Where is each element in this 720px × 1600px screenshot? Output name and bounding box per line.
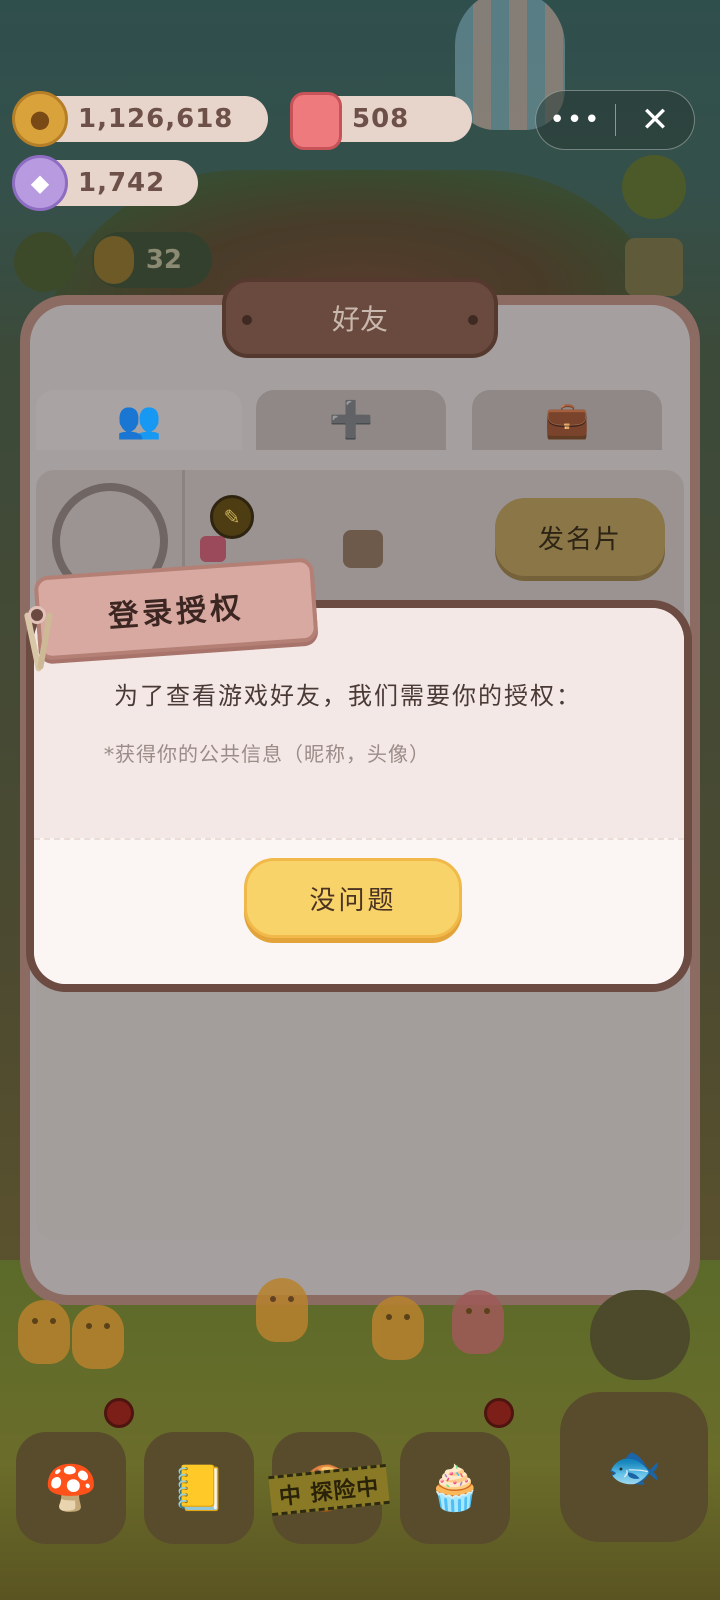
cookie-character <box>452 1290 504 1354</box>
send-card-label: 发名片 <box>537 524 622 555</box>
tab-friends[interactable]: 👥 <box>36 390 242 450</box>
friends-title: 好友 <box>331 303 388 336</box>
stamp-icon <box>625 238 683 296</box>
plaque-rivet <box>242 315 252 325</box>
friends-icon: 👥 <box>116 400 162 441</box>
cookie-character <box>372 1296 424 1360</box>
more-icon[interactable]: ••• <box>536 90 615 150</box>
tab-inventory[interactable]: 💼 <box>472 390 662 450</box>
oven-icon: 🧁 <box>427 1463 483 1514</box>
notification-dot <box>104 1398 134 1428</box>
badge-icon <box>200 536 226 562</box>
tag-hole <box>28 606 46 624</box>
cookie-character <box>256 1278 308 1342</box>
tab-add-friend[interactable]: ➕ <box>256 390 446 450</box>
auth-dialog: 为了查看游戏好友，我们需要你的授权： *获得你的公共信息（昵称，头像） 没问题 <box>26 600 692 992</box>
oven-button[interactable]: 🧁 <box>400 1432 510 1544</box>
auth-message: 为了查看游戏好友，我们需要你的授权： <box>114 682 582 710</box>
coin-value: 1,126,618 <box>78 104 234 134</box>
flower-icon <box>622 155 686 219</box>
candy-gem-icon: ◆ <box>12 155 68 211</box>
close-icon[interactable]: ✕ <box>616 90 694 150</box>
gem-value: 1,742 <box>78 168 166 198</box>
auth-title: 登录授权 <box>107 590 246 635</box>
cookie-energy-icon <box>94 236 134 284</box>
cookie-character <box>72 1305 124 1369</box>
fishing-button[interactable]: 🐟 <box>560 1392 708 1542</box>
friends-title-plaque: 好友 <box>222 278 498 358</box>
confirm-button[interactable]: 没问题 <box>244 858 462 938</box>
notebook-icon: 📒 <box>171 1463 227 1514</box>
sun-icon <box>14 232 74 292</box>
energy-value: 32 <box>145 245 182 275</box>
edit-icon[interactable]: ✎ <box>210 495 254 539</box>
auth-dialog-body: 为了查看游戏好友，我们需要你的授权： *获得你的公共信息（昵称，头像） 没问题 <box>34 608 684 984</box>
add-friend-icon: ➕ <box>328 400 374 441</box>
gift-icon <box>343 530 383 568</box>
auth-detail: *获得你的公共信息（昵称，头像） <box>104 742 430 766</box>
notification-dot <box>484 1398 514 1428</box>
fish-icon: 🐟 <box>606 1442 662 1493</box>
send-card-button[interactable]: 发名片 <box>495 498 665 576</box>
pet-avatar-icon[interactable] <box>590 1290 690 1380</box>
candle-value: 508 <box>352 104 410 134</box>
plaque-rivet <box>468 315 478 325</box>
cookie-character <box>18 1300 70 1364</box>
cookie-coin-icon: ● <box>12 91 68 147</box>
explore-status-label: 中 探险中 <box>277 1474 381 1511</box>
notebook-button[interactable]: 📒 <box>144 1432 254 1544</box>
house-button[interactable]: 🍄 <box>16 1432 126 1544</box>
briefcase-icon: 💼 <box>544 400 590 441</box>
candle-icon <box>290 92 342 150</box>
confirm-button-label: 没问题 <box>309 885 397 916</box>
mini-program-capsule: ••• ✕ <box>535 90 695 150</box>
mushroom-house-icon: 🍄 <box>43 1463 99 1514</box>
